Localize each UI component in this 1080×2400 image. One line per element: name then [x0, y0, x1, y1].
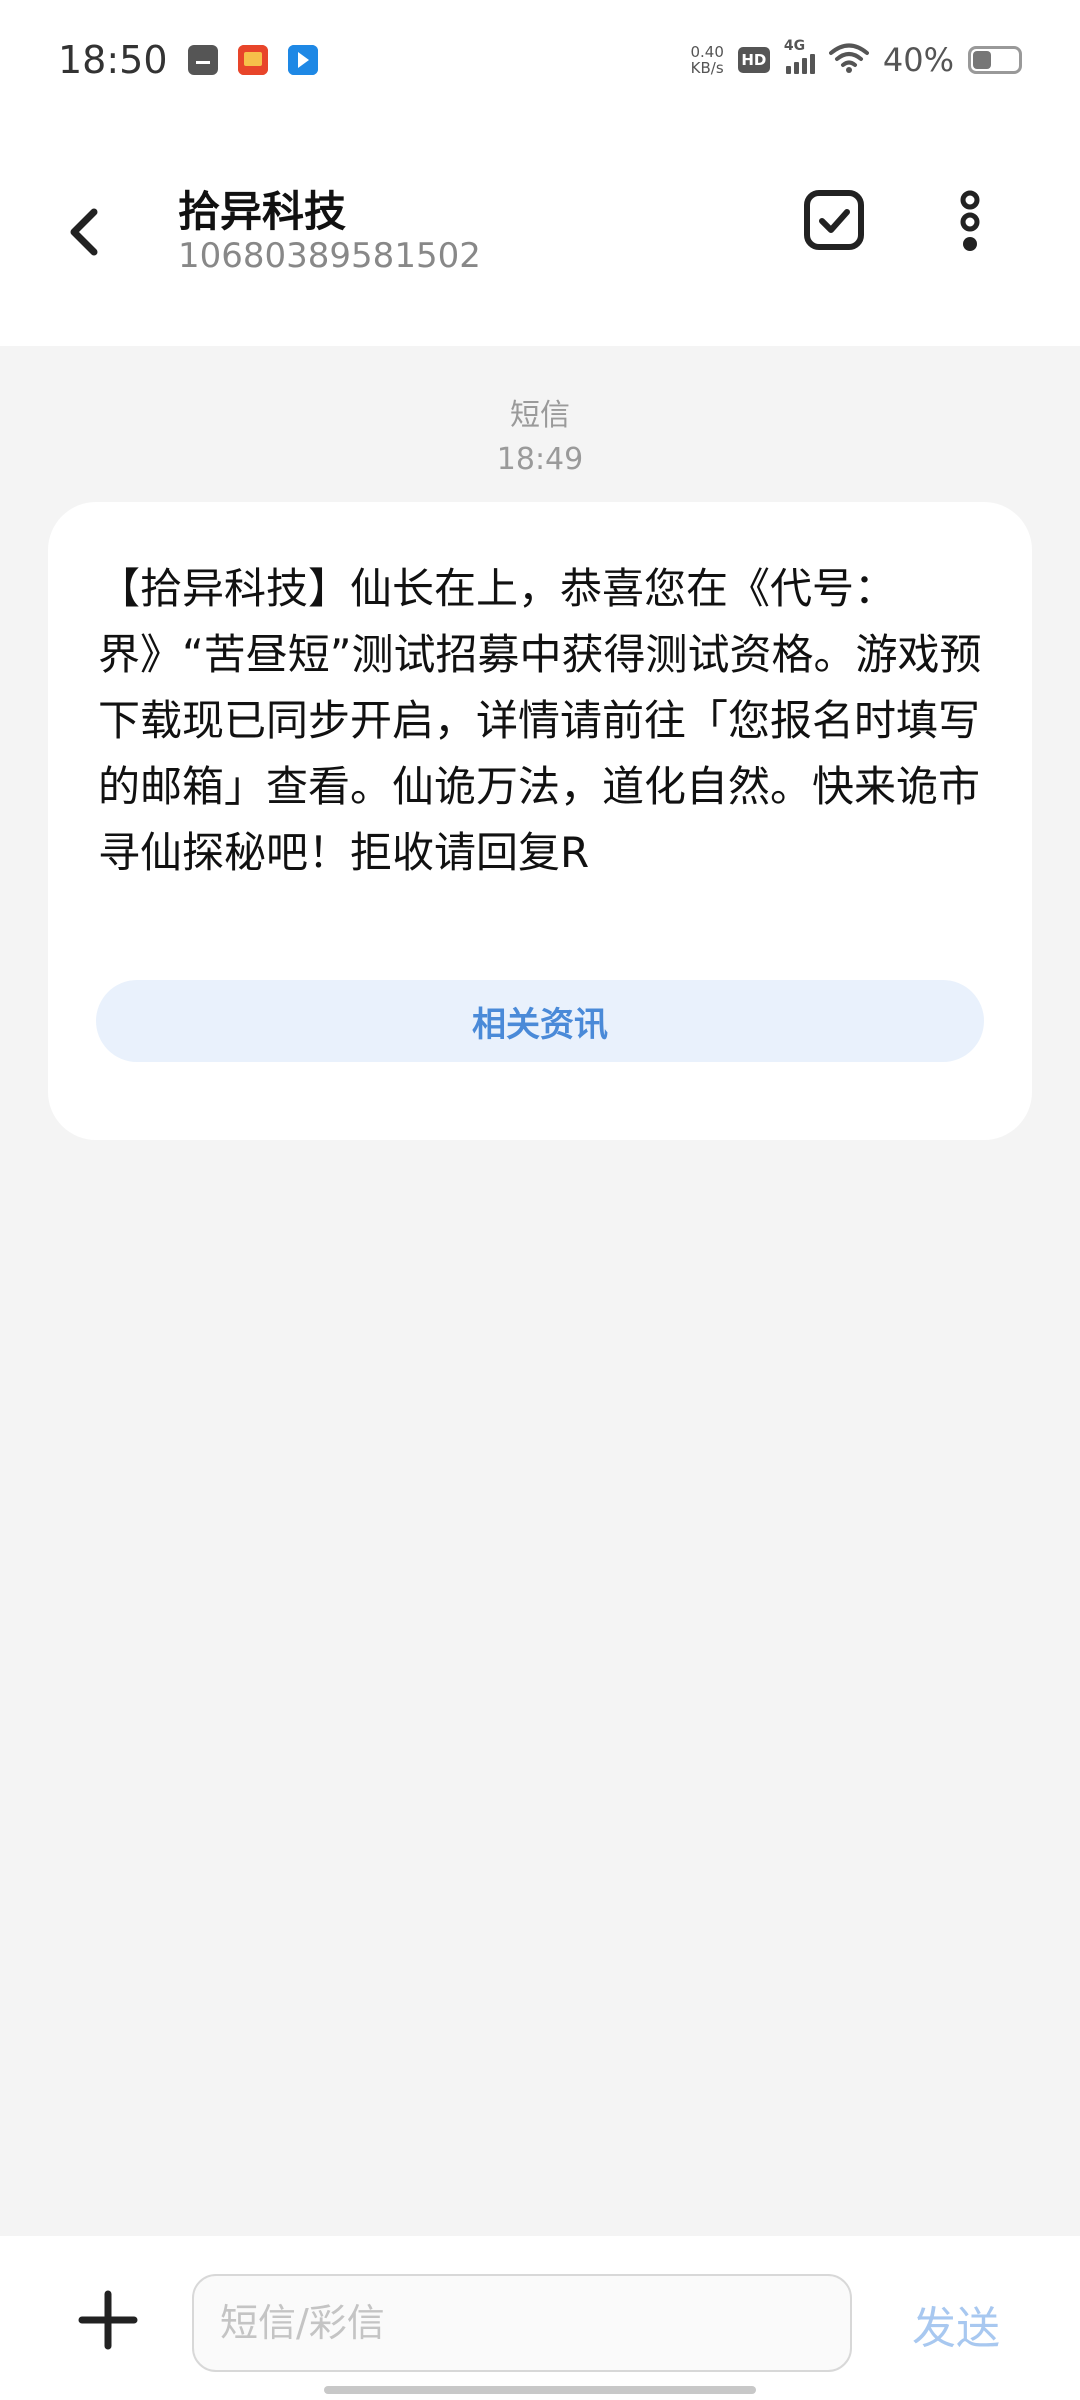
add-attachment-icon[interactable]	[76, 2288, 140, 2352]
net-speed-unit: KB/s	[690, 59, 724, 77]
taobao-app-icon	[237, 45, 268, 75]
status-right: 0.40 KB/s HD 4G 40%	[690, 38, 1022, 79]
battery-percent: 40%	[882, 41, 954, 79]
wifi-icon	[828, 42, 869, 78]
message-time: 18:49	[496, 442, 584, 477]
message-thread[interactable]: 短信 18:49 【拾异科技】仙长在上，恭喜您在《代号：界》“苦昼短”测试招募中…	[0, 346, 1080, 2236]
status-time: 18:50	[58, 38, 168, 82]
message-type: 短信	[510, 398, 570, 433]
home-indicator[interactable]	[324, 2386, 756, 2394]
battery-icon	[968, 46, 1022, 74]
select-checkbox-icon[interactable]	[802, 188, 866, 252]
status-left: 18:50	[58, 38, 318, 82]
send-button[interactable]: 发送	[912, 2292, 1000, 2356]
composer-bar: 发送	[0, 2236, 1080, 2400]
more-options-icon[interactable]	[950, 188, 990, 256]
message-bubble[interactable]: 【拾异科技】仙长在上，恭喜您在《代号：界》“苦昼短”测试招募中获得测试资格。游戏…	[48, 502, 1032, 1140]
status-bar: 18:50 0.40 KB/s HD 4G 40%	[0, 0, 1080, 120]
conversation-header: 拾异科技 10680389581502	[0, 120, 1080, 346]
message-meta: 短信 18:49	[0, 394, 1080, 482]
contact-name: 拾异科技	[178, 187, 347, 236]
related-info-button[interactable]: 相关资讯	[96, 980, 984, 1062]
share-app-icon	[287, 45, 318, 75]
back-arrow-icon[interactable]	[62, 190, 112, 270]
battery-fill	[973, 51, 991, 69]
hd-badge: HD	[737, 47, 770, 73]
sim-card-icon	[187, 45, 218, 75]
message-body: 【拾异科技】仙长在上，恭喜您在《代号：界》“苦昼短”测试招募中获得测试资格。游戏…	[98, 564, 982, 877]
message-input[interactable]	[192, 2274, 852, 2372]
net-speed: 0.40 KB/s	[690, 44, 723, 76]
net-speed-value: 0.40	[690, 43, 724, 61]
network-type-label: 4G	[783, 38, 806, 54]
cellular-signal-icon: 4G	[784, 38, 815, 74]
contact-number: 10680389581502	[178, 236, 481, 276]
